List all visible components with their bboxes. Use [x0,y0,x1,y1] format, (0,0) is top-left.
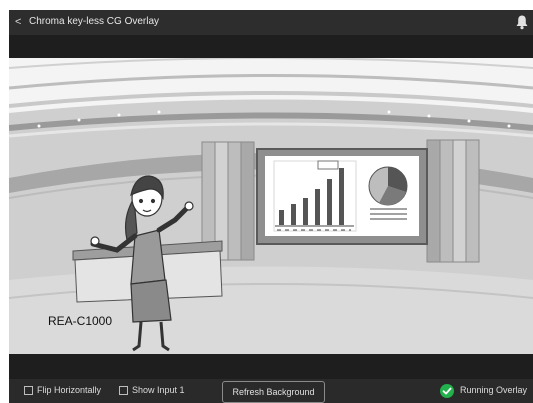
show-input-checkbox[interactable] [119,386,128,395]
check-circle-icon [440,384,454,398]
refresh-background-button[interactable]: Refresh Background [222,381,325,403]
right-pillars [426,139,480,263]
flip-horizontally-checkbox[interactable] [24,386,33,395]
preview-bottom-strip [9,354,533,379]
window-title: Chroma key-less CG Overlay [29,16,160,27]
preview-top-strip [9,35,533,58]
bell-icon[interactable] [515,14,529,30]
overlay-label: REA-C1000 [48,314,112,328]
status-label: Running Overlay [460,385,528,395]
show-input-label[interactable]: Show Input 1 [132,385,185,396]
studio-scene-image: REA-C1000 [9,58,533,354]
title-bar: < Chroma key-less CG Overlay [9,10,533,35]
flip-horizontally-label[interactable]: Flip Horizontally [37,385,101,396]
preview-canvas: REA-C1000 [9,58,533,354]
back-button[interactable]: < [15,16,21,28]
app-window: < Chroma key-less CG Overlay REA-C1000 F… [9,10,533,403]
control-bar: Flip Horizontally Show Input 1 Refresh B… [9,379,533,403]
presentation-screen [256,148,428,245]
